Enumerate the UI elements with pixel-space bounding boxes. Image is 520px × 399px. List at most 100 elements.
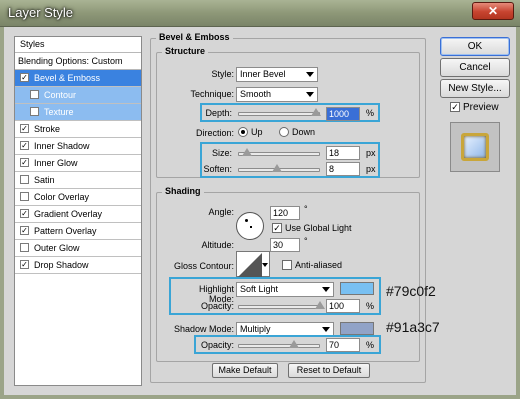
- new-style-button[interactable]: New Style...: [440, 79, 510, 98]
- style-label: Texture: [44, 107, 74, 117]
- shadow-opacity-label: Opacity:: [200, 340, 234, 350]
- angle-dial[interactable]: [236, 212, 264, 240]
- preview-image: [461, 133, 489, 161]
- size-unit: px: [366, 148, 376, 158]
- depth-slider-thumb[interactable]: [311, 108, 321, 116]
- reset-to-default-button[interactable]: Reset to Default: [288, 363, 370, 378]
- style-item-satin[interactable]: Satin: [15, 172, 141, 189]
- checkbox-drop-shadow[interactable]: ✓: [20, 260, 29, 269]
- dialog-body: Styles Blending Options: Custom ✓ Bevel &…: [0, 27, 520, 399]
- checkbox-inner-glow[interactable]: ✓: [20, 158, 29, 167]
- shadow-color-swatch[interactable]: [340, 322, 374, 335]
- style-label: Stroke: [34, 124, 61, 134]
- blending-options-item[interactable]: Blending Options: Custom: [15, 53, 141, 70]
- global-light-label: Use Global Light: [285, 223, 352, 233]
- gloss-contour-label: Gloss Contour:: [173, 261, 234, 271]
- style-item-bevel-emboss[interactable]: ✓ Bevel & Emboss: [15, 70, 141, 87]
- checkbox-inner-shadow[interactable]: ✓: [20, 141, 29, 150]
- checkbox-pattern-overlay[interactable]: ✓: [20, 226, 29, 235]
- highlight-opacity-input[interactable]: 100: [326, 299, 360, 313]
- depth-unit: %: [366, 108, 375, 118]
- preview-checkbox[interactable]: ✓: [450, 102, 460, 112]
- style-item-contour[interactable]: Contour: [15, 87, 141, 104]
- shadow-opacity-slider[interactable]: [238, 344, 320, 348]
- shadow-hex-annotation: #91a3c7: [386, 319, 440, 335]
- global-light-checkbox[interactable]: ✓: [272, 223, 282, 233]
- style-label: Inner Shadow: [34, 141, 90, 151]
- style-item-inner-glow[interactable]: ✓ Inner Glow: [15, 155, 141, 172]
- preview-thumbnail: [450, 122, 500, 172]
- checkbox-stroke[interactable]: ✓: [20, 124, 29, 133]
- angle-dial-pointer: [245, 219, 248, 222]
- checkbox-texture[interactable]: [30, 107, 39, 116]
- style-label: Outer Glow: [34, 243, 80, 253]
- checkbox-color-overlay[interactable]: [20, 192, 29, 201]
- direction-down-label: Down: [292, 127, 316, 137]
- close-button[interactable]: ✕: [472, 2, 514, 20]
- style-item-stroke[interactable]: ✓ Stroke: [15, 121, 141, 138]
- depth-slider[interactable]: [238, 112, 320, 116]
- preview-label: Preview: [463, 102, 499, 113]
- direction-down-radio[interactable]: [279, 127, 289, 137]
- highlight-mode-value: Soft Light: [240, 284, 279, 294]
- shadow-opacity-unit: %: [366, 340, 375, 350]
- shadow-opacity-input[interactable]: 70: [326, 338, 360, 352]
- angle-dial-center: [250, 226, 252, 228]
- chevron-down-icon: [322, 327, 330, 332]
- chevron-down-icon: [306, 92, 314, 97]
- style-label: Inner Glow: [34, 158, 78, 168]
- style-label: Bevel & Emboss: [34, 73, 101, 83]
- direction-label: Direction:: [195, 128, 234, 138]
- altitude-degree: °: [304, 236, 308, 246]
- altitude-input[interactable]: 30: [270, 238, 300, 252]
- size-input[interactable]: 18: [326, 146, 360, 160]
- highlight-opacity-thumb[interactable]: [315, 301, 325, 309]
- style-label: Color Overlay: [34, 192, 90, 202]
- structure-title: Structure: [162, 46, 209, 56]
- style-label: Gradient Overlay: [34, 209, 103, 219]
- chevron-down-icon: [322, 287, 330, 292]
- technique-select[interactable]: Smooth: [236, 87, 318, 102]
- checkbox-gradient-overlay[interactable]: ✓: [20, 209, 29, 218]
- style-item-outer-glow[interactable]: Outer Glow: [15, 240, 141, 257]
- style-item-texture[interactable]: Texture: [15, 104, 141, 121]
- shading-title: Shading: [162, 186, 204, 196]
- title-bar: Layer Style ✕: [0, 0, 520, 27]
- angle-input[interactable]: 120: [270, 206, 300, 220]
- checkbox-bevel-emboss[interactable]: ✓: [20, 73, 29, 82]
- style-item-pattern-overlay[interactable]: ✓ Pattern Overlay: [15, 223, 141, 240]
- depth-label: Depth:: [205, 108, 232, 118]
- highlight-color-swatch[interactable]: [340, 282, 374, 295]
- direction-up-label: Up: [251, 127, 263, 137]
- size-slider-thumb[interactable]: [242, 148, 252, 156]
- gloss-contour-picker[interactable]: [236, 251, 270, 277]
- style-select[interactable]: Inner Bevel: [236, 67, 318, 82]
- antialiased-checkbox[interactable]: [282, 260, 292, 270]
- chevron-down-icon: [262, 263, 268, 267]
- soften-input[interactable]: 8: [326, 162, 360, 176]
- cancel-button[interactable]: Cancel: [440, 58, 510, 77]
- angle-degree: °: [304, 204, 308, 214]
- highlight-opacity-slider[interactable]: [238, 305, 320, 309]
- style-item-inner-shadow[interactable]: ✓ Inner Shadow: [15, 138, 141, 155]
- highlight-mode-select[interactable]: Soft Light: [236, 282, 334, 297]
- make-default-button[interactable]: Make Default: [212, 363, 278, 378]
- depth-input[interactable]: 1000: [326, 107, 360, 121]
- chevron-down-icon: [306, 72, 314, 77]
- checkbox-satin[interactable]: [20, 175, 29, 184]
- styles-header[interactable]: Styles: [15, 37, 141, 53]
- checkbox-outer-glow[interactable]: [20, 243, 29, 252]
- style-item-gradient-overlay[interactable]: ✓ Gradient Overlay: [15, 206, 141, 223]
- highlight-opacity-label: Opacity:: [200, 301, 234, 311]
- ok-button[interactable]: OK: [440, 37, 510, 56]
- technique-value: Smooth: [240, 89, 272, 99]
- direction-up-radio[interactable]: [238, 127, 248, 137]
- bevel-emboss-title: Bevel & Emboss: [156, 32, 233, 42]
- shadow-opacity-thumb[interactable]: [289, 340, 299, 348]
- style-item-drop-shadow[interactable]: ✓ Drop Shadow: [15, 257, 141, 274]
- contour-curve-icon: [238, 253, 262, 277]
- technique-label: Technique:: [190, 89, 234, 99]
- style-item-color-overlay[interactable]: Color Overlay: [15, 189, 141, 206]
- soften-slider-thumb[interactable]: [272, 164, 282, 172]
- checkbox-contour[interactable]: [30, 90, 39, 99]
